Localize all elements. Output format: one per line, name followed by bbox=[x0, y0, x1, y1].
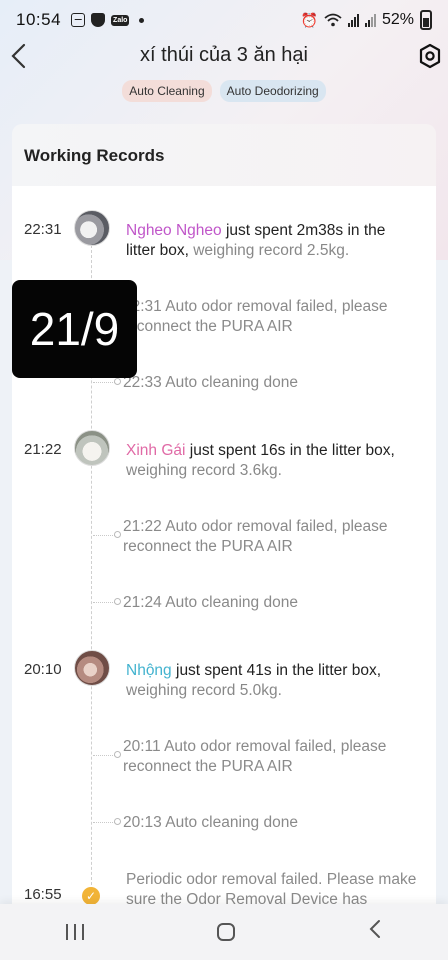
record-time: 20:10 bbox=[24, 661, 62, 678]
sub-connector bbox=[93, 382, 115, 383]
sub-record: 22:31 Auto odor removal failed, please r… bbox=[123, 298, 388, 335]
nav-back-button[interactable] bbox=[368, 918, 382, 946]
record-entry[interactable]: Ngheo Ngheo just spent 2m38s in the litt… bbox=[126, 221, 416, 261]
record-time: 16:55 bbox=[24, 886, 62, 903]
sub-dot bbox=[114, 598, 121, 605]
record-weight: weighing record 3.6kg. bbox=[126, 462, 282, 479]
recent-apps-button[interactable] bbox=[66, 924, 85, 940]
notification-dot-icon bbox=[139, 17, 145, 23]
cat-name: Nhộng bbox=[126, 662, 172, 679]
home-button[interactable] bbox=[216, 923, 235, 941]
record-weight: weighing record 5.0kg. bbox=[126, 682, 282, 699]
sub-connector bbox=[93, 755, 115, 756]
sub-record: 20:13 Auto cleaning done bbox=[123, 814, 298, 831]
sub-record: 20:11 Auto odor removal failed, please r… bbox=[123, 738, 387, 775]
sub-dot bbox=[114, 531, 121, 538]
date-overlay-label: 21/9 bbox=[12, 280, 137, 378]
settings-button[interactable] bbox=[418, 43, 442, 69]
record-action: just spent 16s in the litter box, bbox=[185, 442, 395, 459]
record-time: 21:22 bbox=[24, 441, 62, 458]
page-title: xí thúi của 3 ăn hại bbox=[140, 44, 308, 66]
chip-auto-cleaning[interactable]: Auto Cleaning bbox=[122, 80, 212, 102]
record-entry[interactable]: Xinh Gái just spent 16s in the litter bo… bbox=[126, 441, 416, 481]
status-time: 10:54 bbox=[16, 10, 62, 29]
cat-avatar[interactable] bbox=[74, 430, 110, 466]
cat-avatar[interactable] bbox=[74, 210, 110, 246]
sub-connector bbox=[93, 535, 115, 536]
signal-2-icon bbox=[364, 13, 376, 27]
record-time: 22:31 bbox=[24, 221, 62, 238]
sub-record: 21:22 Auto odor removal failed, please r… bbox=[123, 518, 388, 555]
wifi-icon bbox=[324, 13, 342, 27]
sub-dot bbox=[114, 751, 121, 758]
record-entry[interactable]: Nhộng just spent 41s in the litter box, … bbox=[126, 661, 416, 701]
chevron-left-icon bbox=[11, 43, 26, 69]
warning-icon: ✓ bbox=[82, 887, 100, 905]
sub-record: 21:24 Auto cleaning done bbox=[123, 594, 298, 611]
back-button[interactable] bbox=[6, 40, 36, 72]
sub-dot bbox=[114, 378, 121, 385]
battery-icon bbox=[420, 10, 432, 30]
record-action: just spent 41s in the litter box, bbox=[171, 662, 382, 679]
shield-icon bbox=[91, 13, 106, 27]
status-bar: 10:54 Zalo ⏰ 52% bbox=[0, 0, 448, 40]
chevron-left-icon bbox=[369, 920, 380, 938]
sub-dot bbox=[114, 818, 121, 825]
alarm-icon: ⏰ bbox=[300, 11, 318, 28]
cat-name: Ngheo Ngheo bbox=[126, 222, 222, 239]
signal-icon bbox=[347, 13, 359, 27]
sub-connector bbox=[93, 822, 115, 823]
cat-avatar[interactable] bbox=[74, 650, 110, 686]
battery-percent: 52% bbox=[381, 11, 414, 28]
mode-chips: Auto Cleaning Auto Deodorizing bbox=[0, 80, 448, 102]
sub-connector bbox=[93, 602, 115, 603]
records-card-header: Working Records bbox=[12, 124, 436, 186]
hexagon-settings-icon bbox=[419, 43, 441, 69]
gallery-icon bbox=[71, 13, 86, 27]
section-title: Working Records bbox=[24, 146, 165, 165]
zalo-icon: Zalo bbox=[111, 14, 130, 26]
sub-record: 22:33 Auto cleaning done bbox=[123, 374, 298, 391]
system-nav-bar bbox=[0, 904, 448, 960]
record-weight: weighing record 2.5kg. bbox=[188, 242, 350, 259]
chip-auto-deodorizing[interactable]: Auto Deodorizing bbox=[219, 80, 326, 102]
cat-name: Xinh Gái bbox=[126, 442, 186, 459]
